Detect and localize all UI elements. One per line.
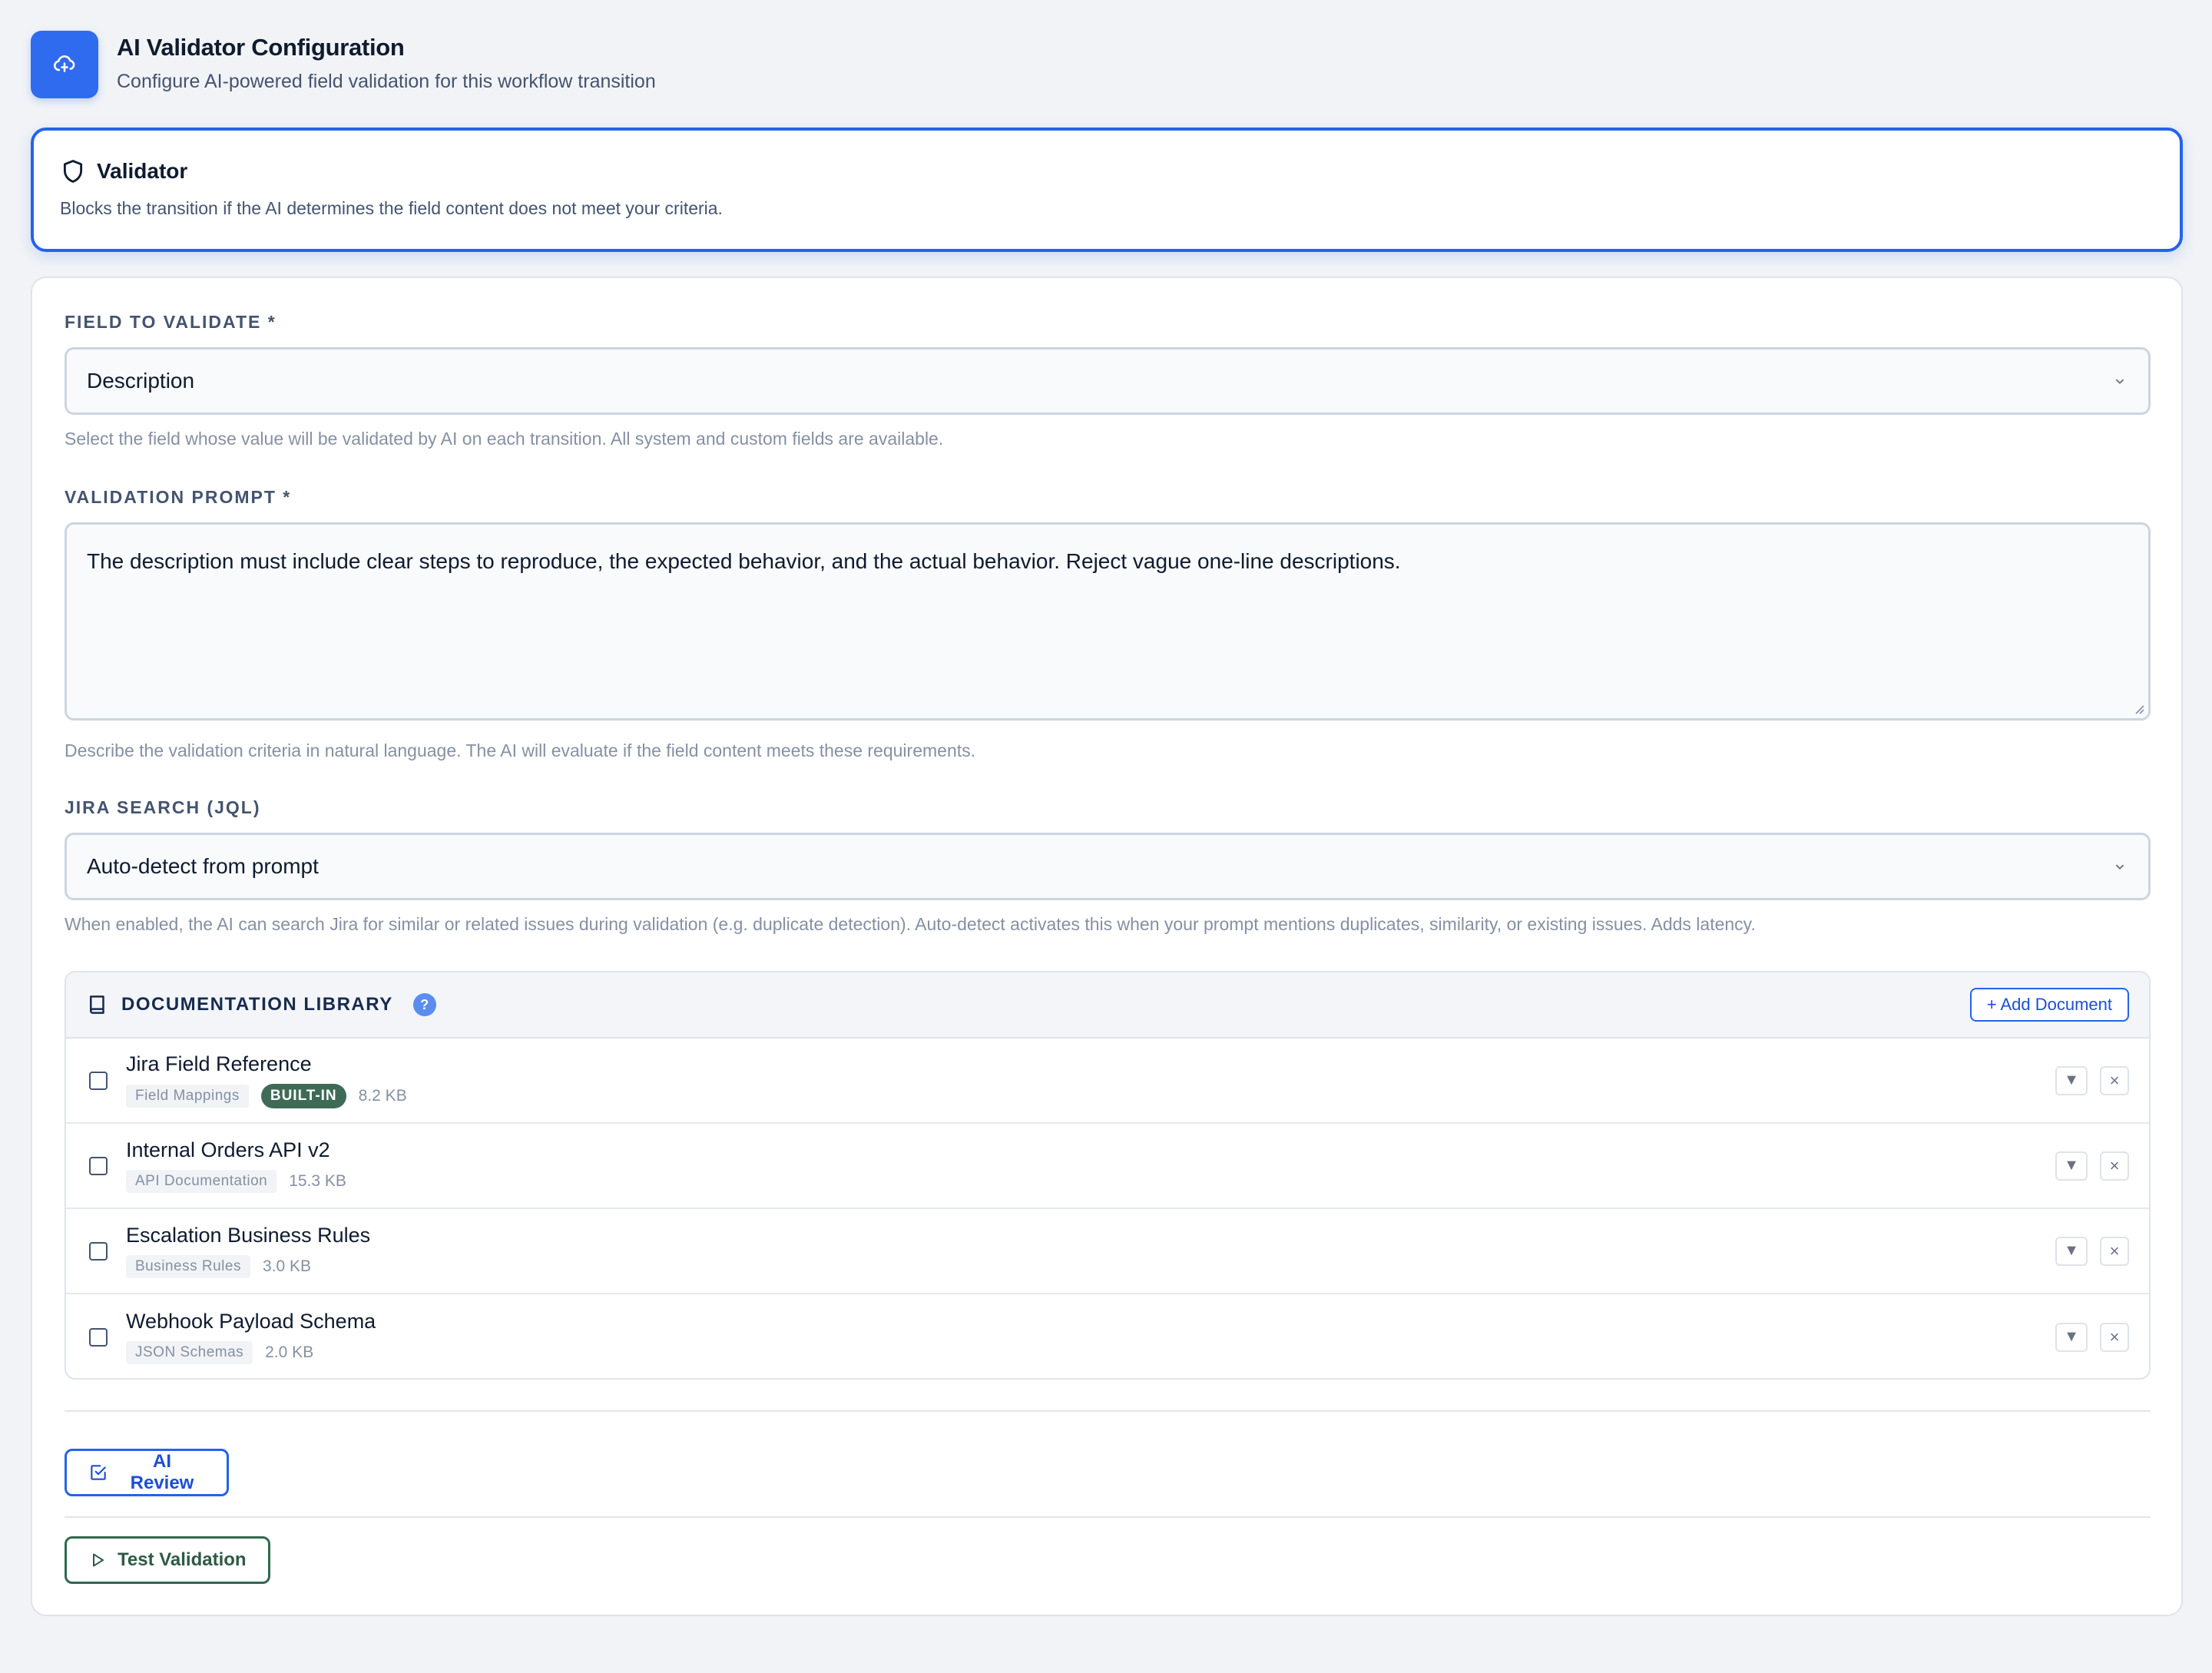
doc-row: Jira Field Reference Field Mappings BUIL… bbox=[66, 1039, 2149, 1124]
checkbox-edit-icon bbox=[91, 1465, 106, 1480]
doc-size: 2.0 KB bbox=[265, 1343, 314, 1361]
validation-prompt-textarea[interactable]: The description must include clear steps… bbox=[65, 522, 2151, 721]
app-header: AI Validator Configuration Configure AI-… bbox=[31, 31, 656, 98]
validation-prompt-label: VALIDATION PROMPT * bbox=[65, 487, 292, 507]
triangle-down-icon: ▼ bbox=[2064, 1242, 2079, 1259]
field-to-validate-helper: Select the field whose value will be val… bbox=[65, 429, 944, 449]
add-document-button[interactable]: + Add Document bbox=[1969, 988, 2129, 1022]
shield-icon bbox=[63, 160, 83, 183]
divider bbox=[65, 1410, 2151, 1412]
close-icon: × bbox=[2109, 1327, 2120, 1347]
jira-search-label: JIRA SEARCH (JQL) bbox=[65, 797, 261, 817]
jira-search-value: Auto-detect from prompt bbox=[87, 854, 319, 878]
doc-category-tag: Business Rules bbox=[126, 1255, 250, 1278]
doc-name: Webhook Payload Schema bbox=[126, 1310, 376, 1333]
triangle-down-icon: ▼ bbox=[2064, 1072, 2079, 1088]
field-to-validate-select[interactable]: Description bbox=[65, 347, 2151, 415]
resize-grip-icon[interactable] bbox=[2131, 701, 2145, 715]
validation-prompt-value: The description must include clear steps… bbox=[87, 549, 1401, 573]
doc-checkbox[interactable] bbox=[89, 1156, 108, 1175]
chevron-down-icon bbox=[2115, 379, 2124, 385]
doc-library-title: DOCUMENTATION LIBRARY bbox=[121, 994, 393, 1015]
expand-doc-button[interactable]: ▼ bbox=[2055, 1065, 2088, 1095]
expand-doc-button[interactable]: ▼ bbox=[2055, 1322, 2088, 1352]
doc-category-tag: Field Mappings bbox=[126, 1085, 249, 1108]
doc-category-tag: API Documentation bbox=[126, 1170, 277, 1193]
mode-description: Blocks the transition if the AI determin… bbox=[60, 198, 723, 218]
doc-size: 8.2 KB bbox=[358, 1087, 407, 1105]
expand-doc-button[interactable]: ▼ bbox=[2055, 1236, 2088, 1266]
remove-doc-button[interactable]: × bbox=[2100, 1065, 2129, 1095]
doc-row: Internal Orders API v2 API Documentation… bbox=[66, 1124, 2149, 1209]
doc-checkbox[interactable] bbox=[89, 1327, 108, 1347]
builtin-badge: BUILT-IN bbox=[260, 1084, 346, 1108]
validation-prompt-helper: Describe the validation criteria in natu… bbox=[65, 740, 976, 760]
app-logo bbox=[31, 31, 98, 98]
doc-row: Webhook Payload Schema JSON Schemas 2.0 … bbox=[66, 1294, 2149, 1378]
ai-review-label: AI Review bbox=[130, 1451, 194, 1493]
mode-title: Validator bbox=[97, 159, 188, 183]
test-validation-label: Test Validation bbox=[118, 1549, 247, 1570]
book-icon bbox=[90, 996, 104, 1014]
doc-checkbox[interactable] bbox=[89, 1241, 108, 1261]
remove-doc-button[interactable]: × bbox=[2100, 1322, 2129, 1352]
chevron-down-icon bbox=[2115, 864, 2124, 870]
cloud-sparkle-icon bbox=[53, 55, 75, 72]
help-icon[interactable]: ? bbox=[412, 993, 436, 1016]
doc-library-header: DOCUMENTATION LIBRARY ? + Add Document bbox=[66, 972, 2149, 1039]
field-to-validate-value: Description bbox=[87, 369, 195, 393]
documentation-library: DOCUMENTATION LIBRARY ? + Add Document J… bbox=[65, 971, 2151, 1380]
doc-name: Internal Orders API v2 bbox=[126, 1138, 330, 1161]
play-icon bbox=[93, 1553, 104, 1567]
doc-size: 3.0 KB bbox=[262, 1257, 311, 1275]
remove-doc-button[interactable]: × bbox=[2100, 1236, 2129, 1266]
page-title: AI Validator Configuration bbox=[117, 34, 405, 61]
config-form: FIELD TO VALIDATE * Description Select t… bbox=[31, 277, 2183, 1616]
page-subtitle: Configure AI-powered field validation fo… bbox=[117, 71, 656, 92]
doc-category-tag: JSON Schemas bbox=[126, 1341, 253, 1364]
close-icon: × bbox=[2109, 1241, 2120, 1261]
close-icon: × bbox=[2109, 1070, 2120, 1090]
doc-row: Escalation Business Rules Business Rules… bbox=[66, 1209, 2149, 1294]
jira-search-helper: When enabled, the AI can search Jira for… bbox=[65, 914, 1756, 934]
jira-search-select[interactable]: Auto-detect from prompt bbox=[65, 833, 2151, 900]
divider bbox=[65, 1516, 2151, 1518]
ai-review-button[interactable]: AI Review bbox=[65, 1449, 229, 1496]
remove-doc-button[interactable]: × bbox=[2100, 1151, 2129, 1181]
doc-size: 15.3 KB bbox=[289, 1172, 346, 1190]
test-validation-button[interactable]: Test Validation bbox=[65, 1536, 270, 1584]
field-to-validate-label: FIELD TO VALIDATE * bbox=[65, 312, 276, 332]
doc-checkbox[interactable] bbox=[89, 1071, 108, 1090]
triangle-down-icon: ▼ bbox=[2064, 1328, 2079, 1345]
validator-mode-card[interactable]: Validator Blocks the transition if the A… bbox=[31, 128, 2183, 252]
doc-name: Jira Field Reference bbox=[126, 1052, 312, 1075]
triangle-down-icon: ▼ bbox=[2064, 1157, 2079, 1174]
close-icon: × bbox=[2109, 1155, 2120, 1175]
expand-doc-button[interactable]: ▼ bbox=[2055, 1151, 2088, 1181]
doc-name: Escalation Business Rules bbox=[126, 1224, 371, 1247]
